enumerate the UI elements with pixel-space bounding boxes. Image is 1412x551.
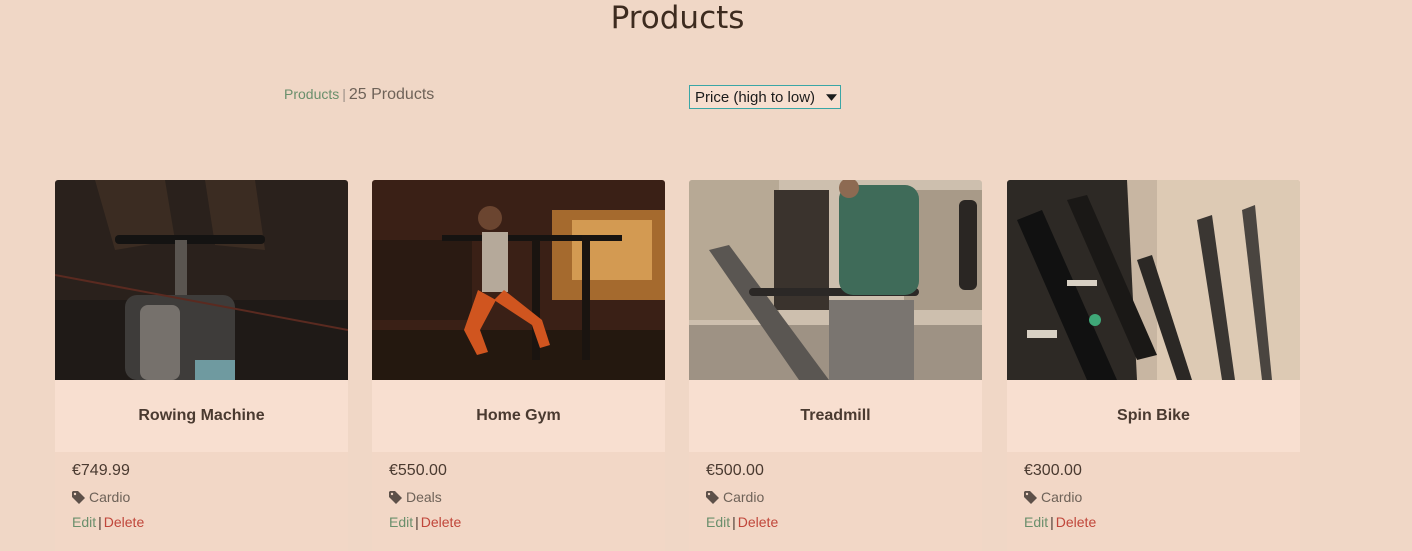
product-name: Home Gym bbox=[372, 380, 665, 452]
delete-link[interactable]: Delete bbox=[104, 514, 144, 530]
product-image-link[interactable] bbox=[372, 180, 665, 380]
product-name: Treadmill bbox=[689, 380, 982, 452]
action-separator: | bbox=[98, 514, 102, 530]
breadcrumb-products-link[interactable]: Products bbox=[284, 86, 339, 102]
tag-icon bbox=[389, 490, 402, 504]
tag-icon bbox=[1024, 490, 1037, 504]
product-category: Cardio bbox=[89, 489, 131, 505]
tag-icon bbox=[72, 490, 85, 504]
product-category-link[interactable]: Deals bbox=[389, 489, 648, 505]
delete-link[interactable]: Delete bbox=[738, 514, 778, 530]
edit-link[interactable]: Edit bbox=[72, 514, 96, 530]
product-price: €550.00 bbox=[389, 462, 447, 479]
edit-link[interactable]: Edit bbox=[389, 514, 413, 530]
product-image-link[interactable] bbox=[1007, 180, 1300, 380]
product-image-link[interactable] bbox=[55, 180, 348, 380]
edit-link[interactable]: Edit bbox=[706, 514, 730, 530]
product-image-link[interactable] bbox=[689, 180, 982, 380]
product-category: Deals bbox=[406, 489, 442, 505]
delete-link[interactable]: Delete bbox=[1056, 514, 1096, 530]
product-category: Cardio bbox=[1041, 489, 1083, 505]
product-category-link[interactable]: Cardio bbox=[1024, 489, 1283, 505]
product-card: Rowing Machine €749.99 Cardio Edit | Delet… bbox=[55, 180, 348, 551]
product-card: Home Gym €550.00 Deals Edit | Delete bbox=[372, 180, 665, 551]
product-card: Treadmill €500.00 Cardio Edit | Delete bbox=[689, 180, 982, 551]
action-separator: | bbox=[415, 514, 419, 530]
product-image bbox=[689, 180, 982, 380]
product-image bbox=[372, 180, 665, 380]
product-name: Rowing Machine bbox=[55, 380, 348, 452]
product-category-link[interactable]: Cardio bbox=[72, 489, 331, 505]
product-name: Spin Bike bbox=[1007, 380, 1300, 452]
product-count: 25 Products bbox=[348, 86, 435, 103]
tag-icon bbox=[706, 490, 719, 504]
product-card: Spin Bike €300.00 Cardio Edit | Delete bbox=[1007, 180, 1300, 551]
edit-link[interactable]: Edit bbox=[1024, 514, 1048, 530]
results-summary: Products | 25 Products bbox=[284, 86, 434, 104]
product-image bbox=[1007, 180, 1300, 380]
product-category: Cardio bbox=[723, 489, 765, 505]
product-category-link[interactable]: Cardio bbox=[706, 489, 965, 505]
chevron-down-icon bbox=[826, 94, 837, 101]
page-title: Products bbox=[610, 0, 745, 36]
product-price: €500.00 bbox=[706, 462, 764, 479]
action-separator: | bbox=[1050, 514, 1054, 530]
action-separator: | bbox=[732, 514, 736, 530]
product-image bbox=[55, 180, 348, 380]
product-price: €749.99 bbox=[72, 462, 130, 479]
product-price: €300.00 bbox=[1024, 462, 1082, 479]
sort-select-value: Price (high to low) bbox=[695, 88, 816, 106]
breadcrumb-separator: | bbox=[342, 86, 346, 102]
delete-link[interactable]: Delete bbox=[421, 514, 461, 530]
sort-select[interactable]: Price (high to low) bbox=[689, 85, 841, 109]
